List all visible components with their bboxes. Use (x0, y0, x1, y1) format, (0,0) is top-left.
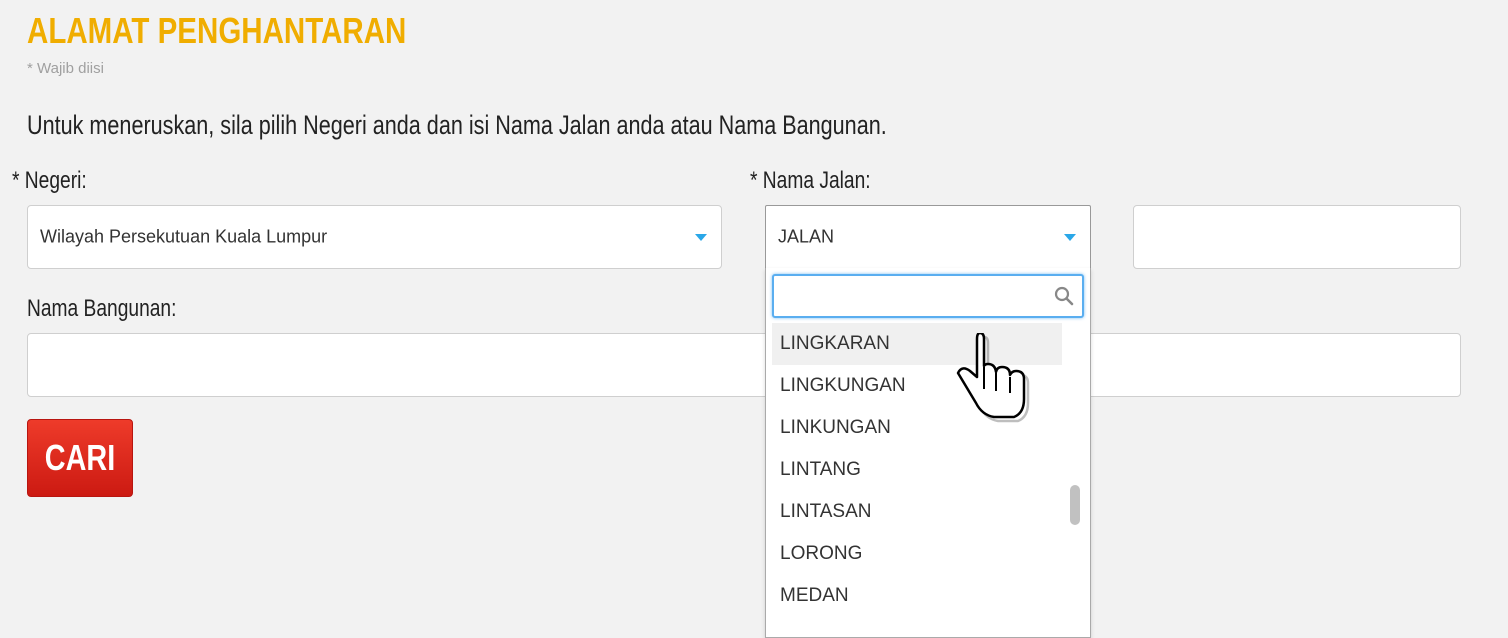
hand-pointer-icon (952, 331, 1032, 430)
negeri-select[interactable]: Wilayah Persekutuan Kuala Lumpur (27, 205, 722, 269)
nama-bangunan-input[interactable] (27, 333, 1461, 397)
negeri-selected-value: Wilayah Persekutuan Kuala Lumpur (40, 226, 328, 247)
nama-bangunan-label: Nama Bangunan: (27, 295, 177, 322)
dropdown-option[interactable]: MEDAN (772, 575, 1062, 617)
dropdown-scrollbar[interactable] (1066, 323, 1084, 637)
dropdown-search-input[interactable] (772, 274, 1084, 318)
chevron-down-icon (1064, 234, 1076, 241)
cari-button-label: CARI (44, 437, 116, 478)
scrollbar-thumb[interactable] (1070, 485, 1080, 525)
negeri-label: * Negeri: (12, 167, 87, 194)
cari-button[interactable]: CARI (27, 419, 133, 497)
page-title: ALAMAT PENGHANTARAN (27, 10, 407, 51)
nama-jalan-label: * Nama Jalan: (750, 167, 871, 194)
dropdown-option[interactable]: LINTASAN (772, 491, 1062, 533)
dropdown-option[interactable]: LORONG (772, 533, 1062, 575)
jalan-type-selected-value: JALAN (778, 226, 835, 247)
instruction-text: Untuk meneruskan, sila pilih Negeri anda… (27, 110, 887, 140)
search-icon (1054, 286, 1074, 311)
jalan-type-dropdown: LINGKARAN LINGKUNGAN LINKUNGAN LINTANG L… (765, 268, 1091, 638)
jalan-type-select[interactable]: JALAN (765, 205, 1091, 269)
jalan-name-input[interactable] (1133, 205, 1461, 269)
chevron-down-icon (695, 234, 707, 241)
dropdown-option[interactable]: LINTANG (772, 449, 1062, 491)
required-note: * Wajib diisi (27, 60, 104, 77)
